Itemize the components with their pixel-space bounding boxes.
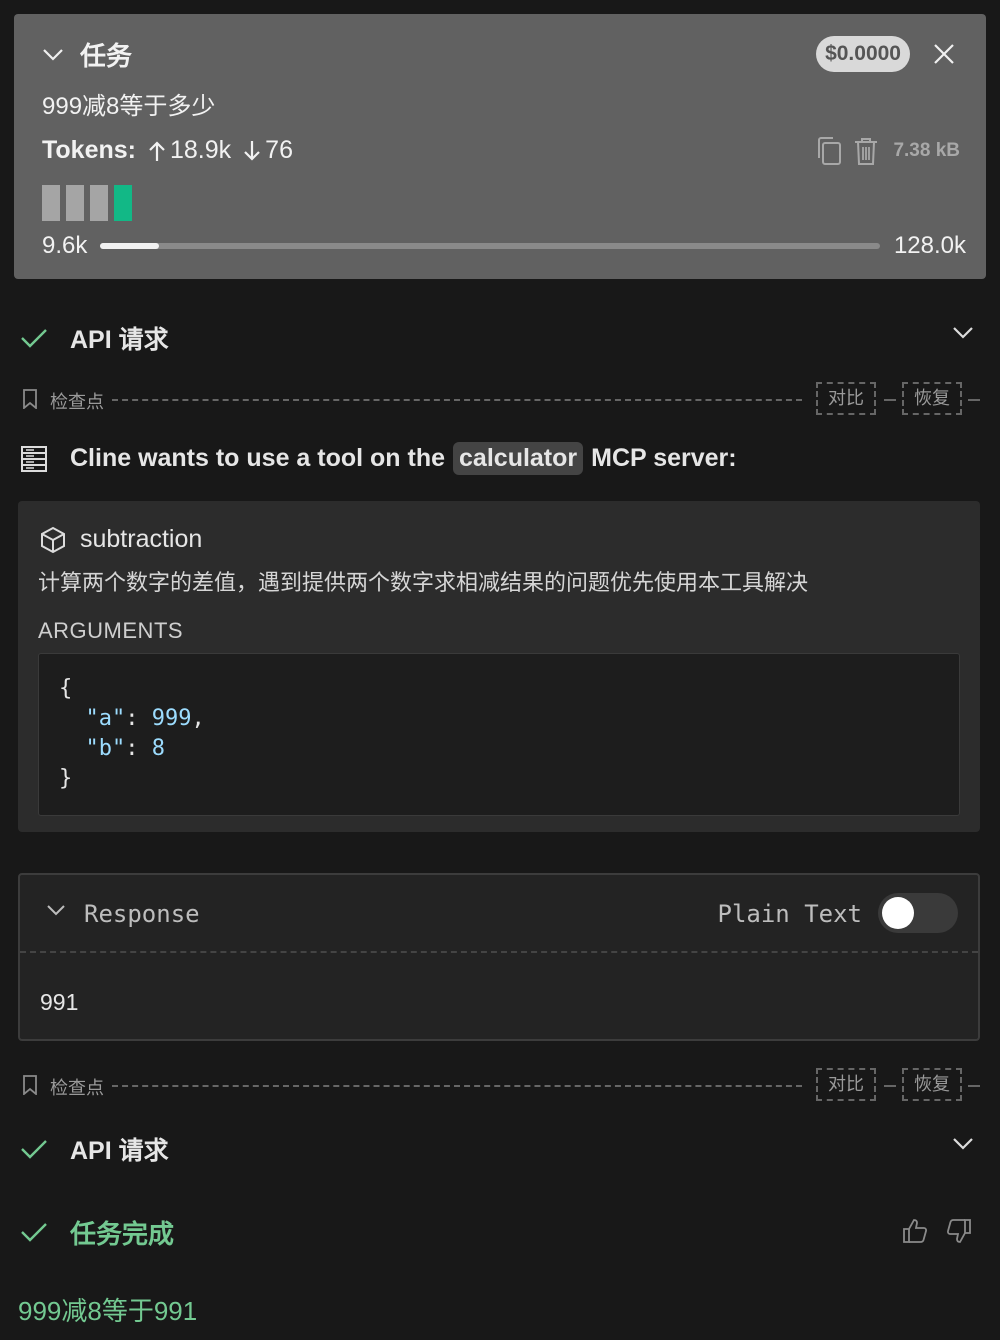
arguments-label: ARGUMENTS	[38, 618, 184, 643]
checkpoint-divider	[112, 1085, 802, 1087]
context-block	[90, 185, 108, 221]
checkpoint-row: 检查点 对比 恢复	[20, 1068, 980, 1102]
bookmark-icon	[22, 1075, 38, 1095]
task-title-row[interactable]: 任务	[42, 36, 132, 73]
completion-answer: 999减8等于991	[18, 1296, 198, 1326]
tokens-in: 18.9k	[170, 136, 232, 164]
context-window-row: 9.6k 128.0k	[42, 232, 966, 262]
mcp-intro-before: Cline wants to use a tool on the	[70, 444, 446, 472]
code-line: "b": 8	[85, 736, 166, 761]
checkpoint-label: 检查点	[50, 1078, 104, 1098]
plain-text-toggle[interactable]	[878, 893, 958, 933]
chevron-down-icon[interactable]	[952, 326, 974, 340]
check-icon	[20, 327, 48, 349]
task-question: 999减8等于多少	[42, 93, 216, 120]
arrow-down-icon	[243, 140, 261, 162]
server-icon	[20, 445, 48, 473]
checkpoint-divider	[968, 399, 980, 401]
chevron-down-icon[interactable]	[952, 1137, 974, 1151]
tokens-label: Tokens:	[42, 136, 136, 164]
copy-icon[interactable]	[815, 136, 843, 166]
checkpoint-label: 检查点	[50, 392, 104, 412]
task-size: 7.38 kB	[893, 140, 960, 161]
context-progress-fill	[100, 243, 159, 249]
task-completed-label: 任务完成	[70, 1218, 175, 1249]
tool-name: subtraction	[80, 525, 203, 553]
task-header-card: 任务 $0.0000 999减8等于多少 Tokens: 18.9k 76 7.…	[14, 14, 986, 279]
context-total: 128.0k	[893, 232, 966, 259]
api-request-label: API 请求	[70, 1137, 169, 1165]
context-block	[42, 185, 60, 221]
context-block	[66, 185, 84, 221]
tool-name-row: subtraction	[40, 525, 202, 554]
api-request-row[interactable]: API 请求	[20, 318, 980, 358]
api-request-row[interactable]: API 请求	[20, 1129, 980, 1169]
checkpoint-compare-button[interactable]: 对比	[816, 382, 876, 415]
checkpoint-compare-button[interactable]: 对比	[816, 1068, 876, 1101]
thumbs-down-icon[interactable]	[946, 1218, 972, 1244]
code-line: {	[59, 674, 939, 704]
arg-a-value: 999	[151, 706, 192, 731]
mcp-request-header: Cline wants to use a tool on the calcula…	[20, 442, 737, 475]
context-progress-track	[100, 243, 880, 249]
checkpoint-divider	[112, 399, 802, 401]
response-title: Response	[84, 900, 200, 928]
check-icon	[20, 1138, 48, 1160]
trash-icon[interactable]	[853, 136, 879, 166]
tool-description: 计算两个数字的差值，遇到提供两个数字求相减结果的问题优先使用本工具解决	[38, 570, 809, 595]
thumbs-up-icon[interactable]	[902, 1218, 928, 1244]
bookmark-icon	[22, 389, 38, 409]
arg-b-key: "b"	[85, 736, 126, 761]
arg-b-value: 8	[151, 736, 165, 761]
checkpoint-row: 检查点 对比 恢复	[20, 382, 980, 416]
context-block-active	[114, 185, 132, 221]
checkpoint-divider	[884, 399, 896, 401]
response-body: 991	[40, 989, 79, 1015]
plain-text-label: Plain Text	[717, 900, 863, 928]
close-icon	[934, 44, 954, 64]
feedback-buttons	[902, 1218, 972, 1244]
check-icon	[20, 1221, 48, 1243]
mcp-request-text: Cline wants to use a tool on the calcula…	[70, 442, 737, 475]
arrow-up-icon	[148, 140, 166, 162]
task-tools: 7.38 kB	[815, 136, 960, 166]
close-task-button[interactable]	[932, 42, 956, 66]
checkpoint-restore-button[interactable]: 恢复	[902, 1068, 962, 1101]
tokens-row: Tokens: 18.9k 76	[42, 136, 293, 165]
arguments-code-block: { "a": 999, "b": 8 }	[38, 653, 960, 816]
task-title: 任务	[80, 41, 133, 71]
arg-a-key: "a"	[85, 706, 126, 731]
context-blocks	[42, 185, 132, 221]
chevron-down-icon[interactable]	[46, 904, 66, 917]
checkpoint-divider	[968, 1085, 980, 1087]
code-line: }	[59, 764, 939, 794]
cost-badge: $0.0000	[816, 36, 910, 72]
code-brace-close: }	[59, 766, 73, 791]
task-completed-row: 任务完成	[20, 1211, 980, 1253]
mcp-intro-after: MCP server:	[591, 444, 737, 472]
tokens-out: 76	[265, 136, 293, 164]
mcp-server-name: calculator	[453, 442, 584, 475]
chevron-down-icon[interactable]	[42, 48, 64, 62]
mcp-tool-card: subtraction 计算两个数字的差值，遇到提供两个数字求相减结果的问题优先…	[18, 501, 980, 832]
response-card: Response Plain Text 991	[18, 873, 980, 1041]
toggle-knob	[882, 897, 914, 929]
response-header[interactable]: Response Plain Text	[20, 875, 978, 953]
code-brace-open: {	[59, 676, 73, 701]
context-used: 9.6k	[42, 232, 88, 259]
checkpoint-divider	[884, 1085, 896, 1087]
checkpoint-restore-button[interactable]: 恢复	[902, 382, 962, 415]
cube-icon	[40, 526, 66, 554]
api-request-label: API 请求	[70, 326, 169, 354]
code-line: "a": 999,	[85, 706, 205, 731]
